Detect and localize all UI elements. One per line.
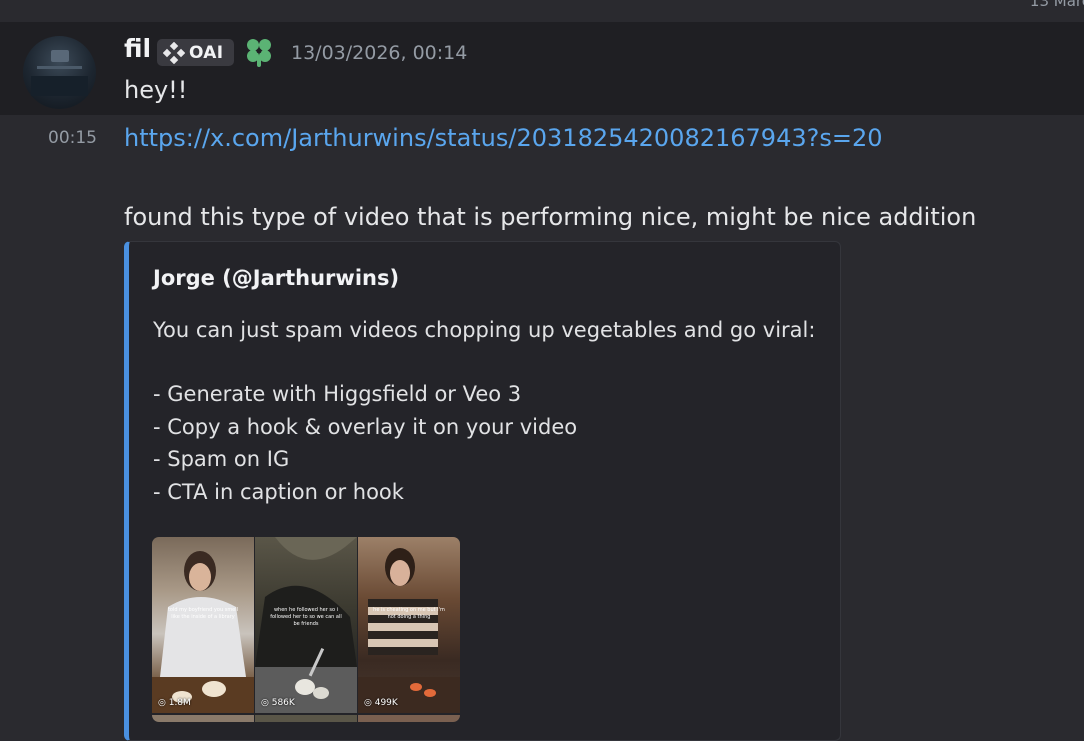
date-divider: 13 Marc (1029, 0, 1084, 10)
video-thumbnail-row2[interactable] (152, 715, 254, 722)
view-count: ◎ 1.8M (158, 698, 191, 708)
embed-author[interactable]: Jorge (@Jarthurwins) (153, 266, 399, 290)
embed-line: - Generate with Higgsfield or Veo 3 (153, 382, 522, 406)
avatar[interactable] (23, 36, 96, 109)
video-thumbnail[interactable]: told my boyfriend you smell like the ins… (152, 537, 254, 713)
embed-line: - Copy a hook & overlay it on your video (153, 415, 578, 439)
top-strip: 13 Marc (0, 0, 1084, 22)
diamond-icon (163, 41, 185, 64)
embed-line: You can just spam videos chopping up veg… (153, 318, 816, 342)
guild-tag-label: OAI (189, 42, 224, 63)
username[interactable]: fil (124, 34, 151, 63)
embed-line: - CTA in caption or hook (153, 480, 404, 504)
video-thumbnail-row2[interactable] (255, 715, 357, 722)
tweet-link[interactable]: https://x.com/Jarthurwins/status/2031825… (124, 124, 883, 152)
message-timestamp[interactable]: 13/03/2026, 00:14 (291, 42, 467, 64)
clover-icon[interactable] (243, 36, 275, 68)
video-thumbnail[interactable]: he is cheating on me but i'm not doing a… (358, 537, 460, 713)
thumbnail-caption: when he followed her so i followed her t… (270, 607, 342, 627)
embed-image-grid[interactable]: told my boyfriend you smell like the ins… (152, 537, 460, 722)
followup-timestamp[interactable]: 00:15 (48, 128, 97, 148)
view-count: ◎ 586K (261, 698, 295, 708)
video-thumbnail[interactable]: when he followed her so i followed her t… (255, 537, 357, 713)
view-count: ◎ 499K (364, 698, 398, 708)
thumbnail-caption: told my boyfriend you smell like the ins… (167, 607, 239, 620)
video-thumbnail-row2[interactable] (358, 715, 460, 722)
thumbnail-caption: he is cheating on me but i'm not doing a… (373, 607, 445, 620)
followup-text: found this type of video that is perform… (124, 203, 977, 231)
embed-line: - Spam on IG (153, 447, 290, 471)
message-text: hey!! (124, 76, 188, 104)
guild-tag[interactable]: OAI (157, 39, 234, 66)
